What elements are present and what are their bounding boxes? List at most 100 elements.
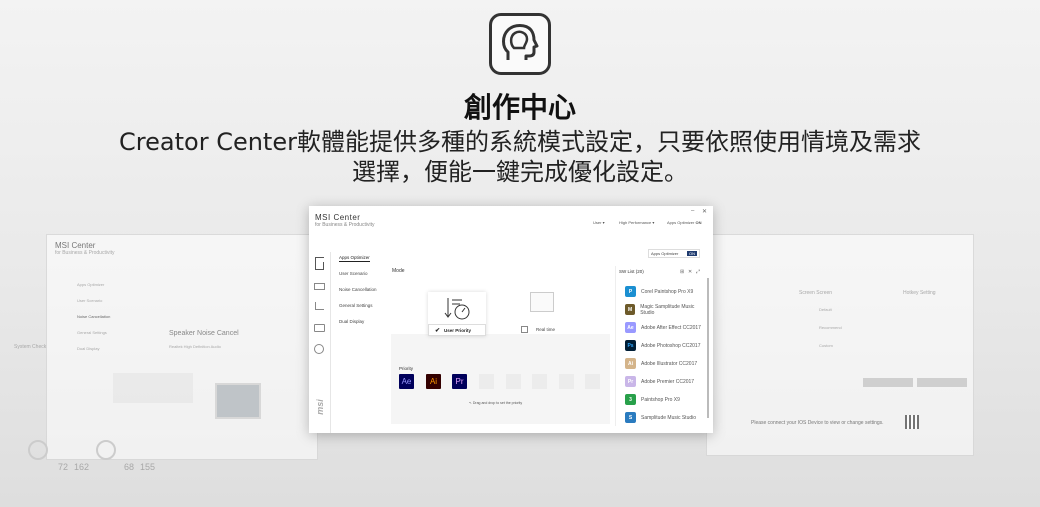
left-nav-item: General Settings xyxy=(77,330,107,335)
right-option: Custom xyxy=(819,343,833,348)
titlebar-apps-optimizer[interactable]: Apps Optimizer ON xyxy=(667,220,701,225)
priority-app-ai[interactable]: Ai xyxy=(426,374,441,389)
gauge-right xyxy=(96,440,116,460)
app-subtitle: for Business & Productivity xyxy=(315,222,375,228)
sw-list-grid-icon[interactable]: ⊞ xyxy=(680,269,684,275)
msi-logo: msi xyxy=(314,399,325,415)
left-app-name: MSI Center xyxy=(55,241,96,250)
apps-optimizer-toggle-label: Apps Optimizer xyxy=(651,251,679,256)
sw-icon: P xyxy=(625,286,636,297)
stat-value-4: 155 xyxy=(140,462,156,472)
sw-list-item[interactable]: 3 Paintshop Pro X9 xyxy=(623,392,705,407)
titlebar-apps-optimizer-label: Apps Optimizer xyxy=(667,220,695,225)
sw-list-item[interactable]: M Magic Samplitude Music Studio xyxy=(623,302,705,317)
sw-list-title: SW List (20) xyxy=(619,269,644,274)
drag-hint-text: Drag and drop to set the priority xyxy=(472,401,523,405)
sw-icon: Pr xyxy=(625,376,636,387)
user-priority-label: User Priority xyxy=(444,327,472,333)
mode-label: Mode xyxy=(392,268,405,274)
left-nav-item: Noise Cancellation xyxy=(77,314,111,319)
sw-name: Paintshop Pro X9 xyxy=(641,396,680,403)
user-dropdown-label: User xyxy=(593,220,602,225)
stat-value-3: 68 xyxy=(124,462,135,472)
sw-list-item[interactable]: Ai Adobe Illustrator CC2017 xyxy=(623,356,705,371)
right-screen-label: Screen Screen xyxy=(799,290,833,296)
priority-gauge-icon xyxy=(444,298,470,320)
nav-noise-cancellation[interactable]: Noise Cancellation xyxy=(339,287,377,292)
home-icon[interactable] xyxy=(315,257,324,270)
sidebar-rail: msi xyxy=(309,252,331,433)
priority-slot[interactable] xyxy=(506,374,521,389)
page-subtitle-line-1: Creator Center軟體能提供多種的系統模式設定，只要依照使用情境及需求 xyxy=(119,128,921,156)
sw-list-item[interactable]: Pr Adobe Premier CC2017 xyxy=(623,374,705,389)
right-option: Default xyxy=(819,307,832,312)
sw-name: Adobe Illustrator CC2017 xyxy=(641,360,698,367)
sw-list-expand-icon[interactable]: ⤢ xyxy=(696,269,700,275)
minimize-icon[interactable]: – xyxy=(691,208,694,214)
priority-app-pr[interactable]: Pr xyxy=(452,374,467,389)
nav-user-scenario[interactable]: User Scenario xyxy=(339,271,368,276)
right-hotkey-label: Hotkey Setting xyxy=(903,290,936,296)
priority-app-ae[interactable]: Ae xyxy=(399,374,414,389)
sw-name: Samplitude Music Studio xyxy=(641,414,697,421)
user-dropdown[interactable]: User ▾ xyxy=(593,220,605,225)
sw-name: Adobe Premier CC2017 xyxy=(641,378,695,385)
toolbox-icon[interactable] xyxy=(314,324,325,332)
drag-hint: ↖ Drag and drop to set the priority xyxy=(469,401,522,405)
apps-optimizer-toggle-state: ON xyxy=(687,251,697,256)
left-nav-item: Dual Display xyxy=(77,346,100,351)
real-time-checkbox[interactable] xyxy=(521,325,528,333)
sw-name: Adobe After Effect CC2017 xyxy=(641,324,701,331)
priority-label: Priority xyxy=(399,366,414,371)
nav-apps-optimizer[interactable]: Apps Optimizer xyxy=(339,255,370,262)
qr-code-icon xyxy=(905,415,919,429)
left-nav-item: User Scenario xyxy=(77,298,103,303)
settings-icon[interactable] xyxy=(314,344,324,354)
left-app-subtitle: for Business & Productivity xyxy=(55,250,115,256)
titlebar-apps-optimizer-state: ON xyxy=(695,220,702,225)
sw-name: Corel Paintshop Pro X9 xyxy=(641,288,694,295)
sw-icon: S xyxy=(625,412,636,423)
priority-slot[interactable] xyxy=(559,374,574,389)
left-background-window: MSI Center for Business & Productivity A… xyxy=(46,234,318,460)
chart-icon[interactable] xyxy=(315,302,324,310)
priority-slot[interactable] xyxy=(532,374,547,389)
sw-list-item[interactable]: Ae Adobe After Effect CC2017 xyxy=(623,320,705,335)
real-time-option[interactable]: Real time xyxy=(521,324,571,334)
left-section-title: Speaker Noise Cancel xyxy=(169,330,239,337)
sw-list-item[interactable]: Ps Adobe Photoshop CC2017 xyxy=(623,338,705,353)
left-laptop-image xyxy=(215,383,261,419)
close-icon[interactable]: ✕ xyxy=(702,208,707,215)
monitor-icon[interactable] xyxy=(314,283,325,290)
sw-list-item[interactable]: S Samplitude Music Studio xyxy=(623,410,705,425)
priority-slot[interactable] xyxy=(479,374,494,389)
check-icon: ✔ xyxy=(435,327,441,334)
page-subtitle-line-2: 選擇，便能一鍵完成優化設定。 xyxy=(352,158,688,186)
nav-dual-display[interactable]: Dual Display xyxy=(339,319,364,324)
stat-value-2: 162 xyxy=(74,462,90,472)
stat-value-1: 72 xyxy=(58,462,69,472)
right-option: Recommend xyxy=(819,325,842,330)
nav-general-settings[interactable]: General Settings xyxy=(339,303,373,308)
sw-icon: Ae xyxy=(625,322,636,333)
priority-slot[interactable] xyxy=(585,374,600,389)
creator-head-icon xyxy=(489,13,551,75)
left-device: Realtek High Definition Audio xyxy=(169,344,221,349)
msi-center-window: MSI Center for Business & Productivity U… xyxy=(309,206,713,433)
performance-dropdown-label: High Performance xyxy=(619,220,652,225)
sw-list-item[interactable]: P Corel Paintshop Pro X9 xyxy=(623,284,705,299)
sw-list-close-icon[interactable]: ✕ xyxy=(688,269,692,275)
performance-dropdown[interactable]: High Performance ▾ xyxy=(619,220,654,225)
sw-icon: M xyxy=(625,304,636,315)
user-priority-option[interactable]: ✔ User Priority xyxy=(428,324,486,336)
right-ghost-button xyxy=(917,378,967,387)
content-panel xyxy=(391,334,610,424)
ios-message: Please connect your IOS Device to view o… xyxy=(751,420,884,426)
realtime-card-icon xyxy=(530,292,554,312)
system-check-label: System Check xyxy=(14,344,47,350)
sw-list-scrollbar[interactable] xyxy=(707,278,709,418)
left-ghost-panel xyxy=(113,373,193,403)
apps-optimizer-toggle[interactable]: Apps Optimizer ON xyxy=(648,249,700,258)
real-time-label: Real time xyxy=(536,326,556,332)
right-background-window: Screen Screen Hotkey Setting Default Rec… xyxy=(706,234,974,456)
